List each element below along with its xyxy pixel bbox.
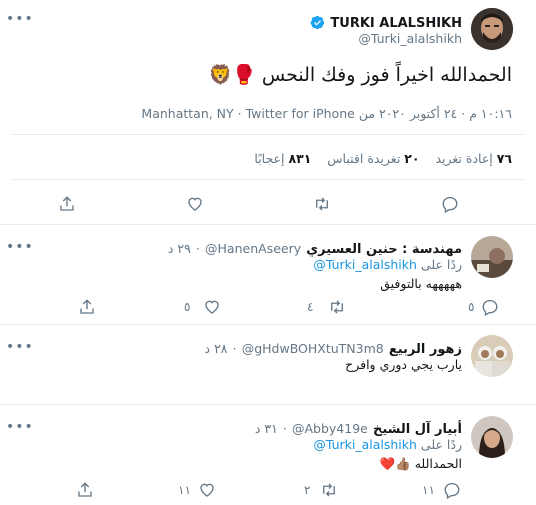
reply-avatar[interactable]: [471, 236, 513, 278]
like-icon[interactable]: [198, 481, 214, 497]
tweet-timestamp[interactable]: ١٠:١٦ م · ٢٤ أكتوبر ٢٠٢٠ من: [359, 106, 512, 121]
tweet-text-body: الحمدالله اخيراً فوز وفك النحس: [261, 64, 512, 86]
reply-author-name[interactable]: مهندسة : حنين العسيري: [306, 242, 462, 257]
author-name-row[interactable]: TURKI ALALSHIKH: [310, 12, 462, 31]
like-icon[interactable]: [186, 195, 204, 213]
reply-author-handle[interactable]: @HanenAseery: [205, 241, 301, 256]
retweets-stat[interactable]: ٧٦ إعادة تغريد: [435, 151, 512, 166]
reply-header: مهندسة : حنين العسيري @HanenAseery · ٢٩ …: [167, 241, 462, 257]
reply-time[interactable]: ٣١ د: [255, 421, 278, 436]
like-count: ٥: [184, 300, 191, 314]
reply-header: أبيار آل الشيخ @Abby419e · ٣١ د: [254, 421, 462, 437]
divider: [12, 134, 524, 135]
more-options-icon[interactable]: •••: [6, 420, 34, 434]
reply-icon[interactable]: [443, 481, 460, 499]
reply-header: زهور الربيع @gHdwBOHXtuTN3m8 · ٢٨ د: [204, 341, 462, 357]
tweet-meta: ١٠:١٦ م · ٢٤ أكتوبر ٢٠٢٠ من Manhattan, N…: [141, 106, 512, 121]
reply-author-name[interactable]: زهور الربيع: [389, 342, 462, 357]
reply-time[interactable]: ٢٩ د: [168, 241, 191, 256]
author-name: TURKI ALALSHIKH: [330, 16, 462, 31]
like-count: ١١: [178, 483, 191, 497]
retweet-icon[interactable]: [320, 481, 336, 497]
divider: [0, 324, 536, 325]
quotes-stat[interactable]: ٢٠ تغريدة اقتباس: [327, 151, 419, 166]
reply-icon[interactable]: [441, 195, 459, 213]
share-icon[interactable]: [58, 195, 76, 213]
reply-time[interactable]: ٢٨ د: [205, 341, 228, 356]
retweet-icon[interactable]: [313, 195, 331, 213]
divider: [12, 179, 524, 180]
tweet-source: Manhattan, NY · Twitter for iPhone: [141, 106, 355, 121]
reply-avatar[interactable]: [471, 335, 513, 377]
tweet-emoji: 🥊🦁: [208, 64, 256, 86]
divider: [0, 404, 536, 405]
author-handle[interactable]: @Turki_alalshikh: [358, 31, 462, 46]
share-icon[interactable]: [78, 298, 94, 314]
reply-icon[interactable]: [481, 298, 498, 316]
retweet-icon[interactable]: [328, 298, 344, 314]
tweet-stats: ٧٦ إعادة تغريد ٢٠ تغريدة اقتباس ٨٣١ إعجا…: [254, 151, 512, 166]
reply-author-handle[interactable]: @Abby419e: [292, 421, 368, 436]
replying-to-mention[interactable]: @Turki_alalshikh: [313, 437, 417, 452]
reply-count: ١١: [422, 483, 435, 497]
like-icon[interactable]: [203, 298, 219, 314]
verified-badge-icon: [310, 15, 325, 30]
tweet-text: الحمدالله اخيراً فوز وفك النحس 🥊🦁: [208, 63, 512, 86]
retweet-count: ٢: [304, 483, 311, 497]
divider: [0, 224, 536, 225]
more-options-icon[interactable]: •••: [6, 340, 34, 354]
author-avatar[interactable]: [471, 8, 513, 50]
reply-author-handle[interactable]: @gHdwBOHXtuTN3m8: [242, 341, 384, 356]
reply-count: ٥: [468, 300, 475, 314]
likes-stat[interactable]: ٨٣١ إعجابًا: [254, 151, 311, 166]
share-icon[interactable]: [76, 481, 92, 497]
reply-text: الحمدالله 👍🏽❤️: [379, 456, 462, 471]
reply-text: يارب يجي دوري وافرح: [345, 357, 462, 372]
retweet-count: ٤: [307, 300, 314, 314]
more-options-icon[interactable]: •••: [6, 12, 34, 26]
reply-author-name[interactable]: أبيار آل الشيخ: [373, 422, 462, 437]
reply-avatar[interactable]: [471, 416, 513, 458]
replying-to-mention[interactable]: @Turki_alalshikh: [313, 257, 417, 272]
replying-to: ردًا على @Turki_alalshikh: [313, 257, 462, 272]
more-options-icon[interactable]: •••: [6, 240, 34, 254]
reply-emoji: 👍🏽❤️: [379, 456, 411, 471]
replying-to: ردًا على @Turki_alalshikh: [313, 437, 462, 452]
reply-text: هههههه بالتوفيق: [380, 276, 462, 291]
